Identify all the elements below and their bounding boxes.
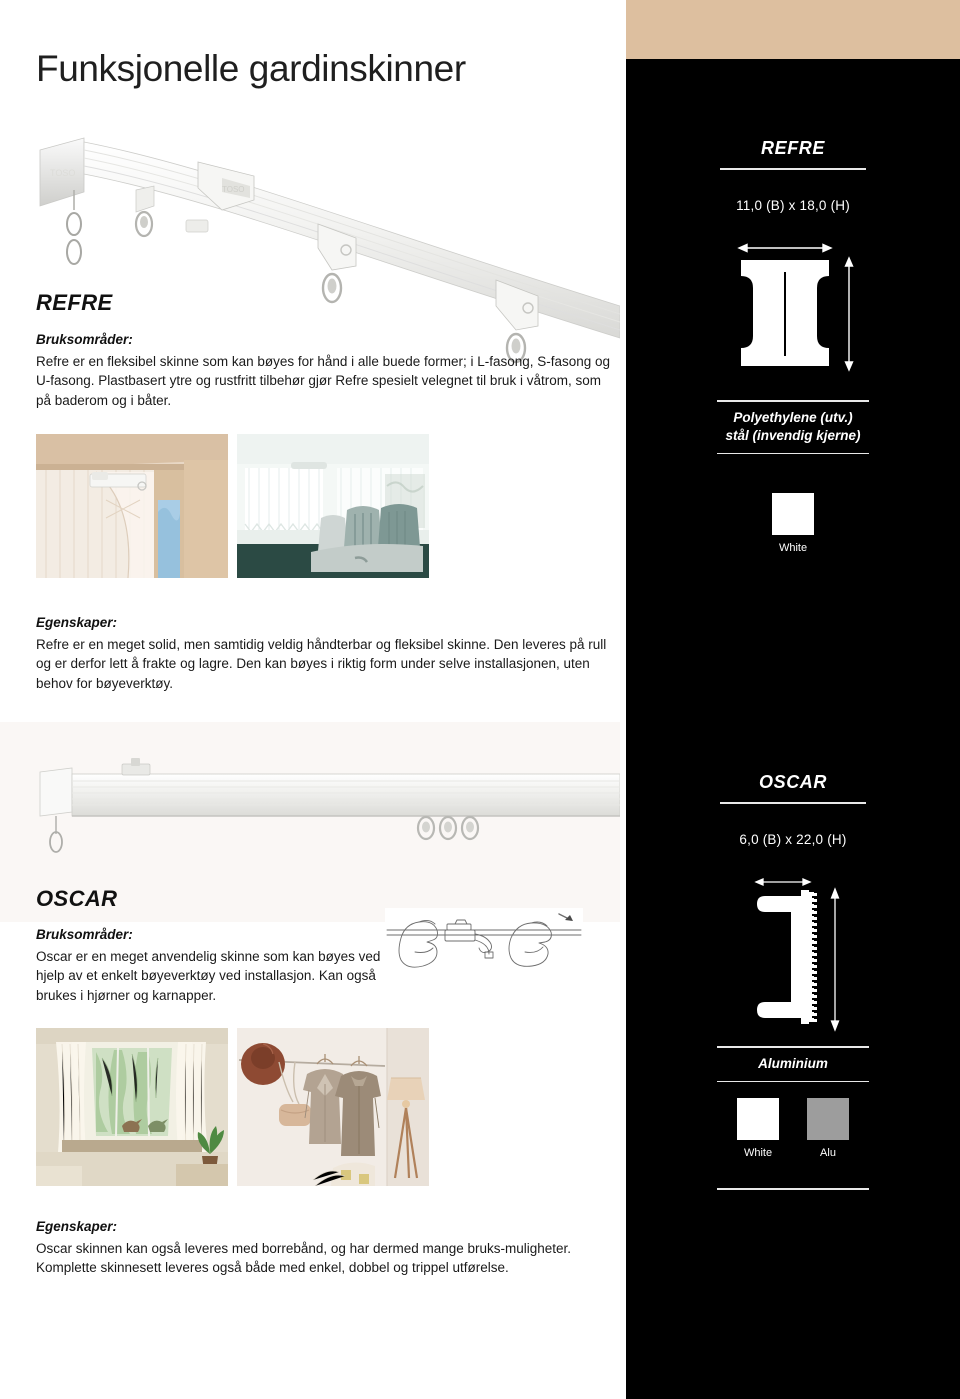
oscar-bottom-divider — [626, 1188, 960, 1190]
oscar-color-swatches: White Alu — [626, 1098, 960, 1159]
refre-properties-label: Egenskaper: — [36, 615, 118, 630]
refre-color-swatches: White — [626, 493, 960, 554]
refre-usage-block: Bruksområder: Refre er en fleksibel skin… — [36, 330, 616, 410]
swatch-label: White — [743, 1147, 773, 1159]
color-chip — [772, 493, 814, 535]
oscar-properties-text: Oscar skinnen kan også leveres med borre… — [36, 1240, 572, 1276]
color-chip — [737, 1098, 779, 1140]
refre-photo-2 — [237, 434, 429, 578]
oscar-usage-label: Bruksområder: — [36, 927, 133, 942]
oscar-profile-diagram — [626, 872, 960, 1042]
refre-dimension-text: 11,0 (B) x 18,0 (H) — [736, 198, 850, 213]
swatch-label: Alu — [820, 1147, 836, 1159]
page-title: Funksjonelle gardinskinner — [36, 48, 466, 89]
oscar-spec-name-block: OSCAR — [626, 772, 960, 804]
oscar-spec-name: OSCAR — [758, 772, 827, 792]
oscar-photo-row — [36, 1028, 429, 1186]
beige-accent-block — [626, 0, 960, 59]
document-page: Funksjonelle gardinskinner TOSO TOSO REF… — [0, 0, 960, 1399]
oscar-material-line-1: Aluminium — [758, 1055, 828, 1071]
refre-photo-row — [36, 434, 429, 578]
refre-profile-diagram — [626, 238, 960, 390]
swatch-white: White — [737, 1098, 779, 1159]
spec-divider — [717, 452, 869, 455]
oscar-usage-block: Bruksområder: Oscar er en meget anvendel… — [36, 925, 386, 1005]
spec-divider — [717, 1188, 869, 1190]
refre-usage-label: Bruksområder: — [36, 332, 133, 347]
color-chip — [807, 1098, 849, 1140]
refre-spec-name-block: REFRE — [626, 138, 960, 170]
oscar-product-name: OSCAR — [36, 886, 118, 911]
oscar-usage-text: Oscar er en meget anvendelig skinne som … — [36, 948, 381, 1003]
refre-product-name: REFRE — [36, 290, 113, 315]
oscar-photo-2 — [237, 1028, 429, 1186]
spec-divider — [717, 400, 869, 402]
swatch-row: White — [626, 493, 960, 554]
svg-text:TOSO: TOSO — [222, 185, 245, 194]
refre-photo-1 — [36, 434, 228, 578]
refre-material-block: Polyethylene (utv.) stål (invendig kjern… — [626, 400, 960, 455]
refre-material-line-2: stål (invendig kjerne) — [725, 427, 861, 443]
spec-divider — [717, 1080, 869, 1083]
oscar-product-photo — [26, 750, 620, 870]
swatch-label: White — [778, 542, 808, 554]
refre-spec-name: REFRE — [760, 138, 825, 158]
oscar-dimensions: 6,0 (B) x 22,0 (H) — [626, 832, 960, 847]
swatch-row: White Alu — [626, 1098, 960, 1159]
oscar-photo-1 — [36, 1028, 228, 1186]
swatch-white: White — [772, 493, 814, 554]
spec-divider — [717, 1046, 869, 1048]
swatch-alu: Alu — [807, 1098, 849, 1159]
refre-properties-text: Refre er en meget solid, men samtidig ve… — [36, 636, 607, 691]
refre-material-line-1: Polyethylene (utv.) — [733, 409, 853, 425]
oscar-properties-label: Egenskaper: — [36, 1219, 118, 1234]
refre-usage-text: Refre er en fleksibel skinne som kan bøy… — [36, 353, 611, 408]
svg-text:TOSO: TOSO — [50, 168, 75, 178]
spec-divider — [720, 168, 866, 170]
refre-dimensions: 11,0 (B) x 18,0 (H) — [626, 198, 960, 213]
oscar-material-block: Aluminium — [626, 1046, 960, 1083]
oscar-properties-block: Egenskaper: Oscar skinnen kan også lever… — [36, 1217, 616, 1278]
oscar-bending-illustration — [385, 908, 583, 973]
spec-divider — [720, 802, 866, 804]
refre-properties-block: Egenskaper: Refre er en meget solid, men… — [36, 613, 616, 693]
oscar-dimension-text: 6,0 (B) x 22,0 (H) — [739, 832, 847, 847]
